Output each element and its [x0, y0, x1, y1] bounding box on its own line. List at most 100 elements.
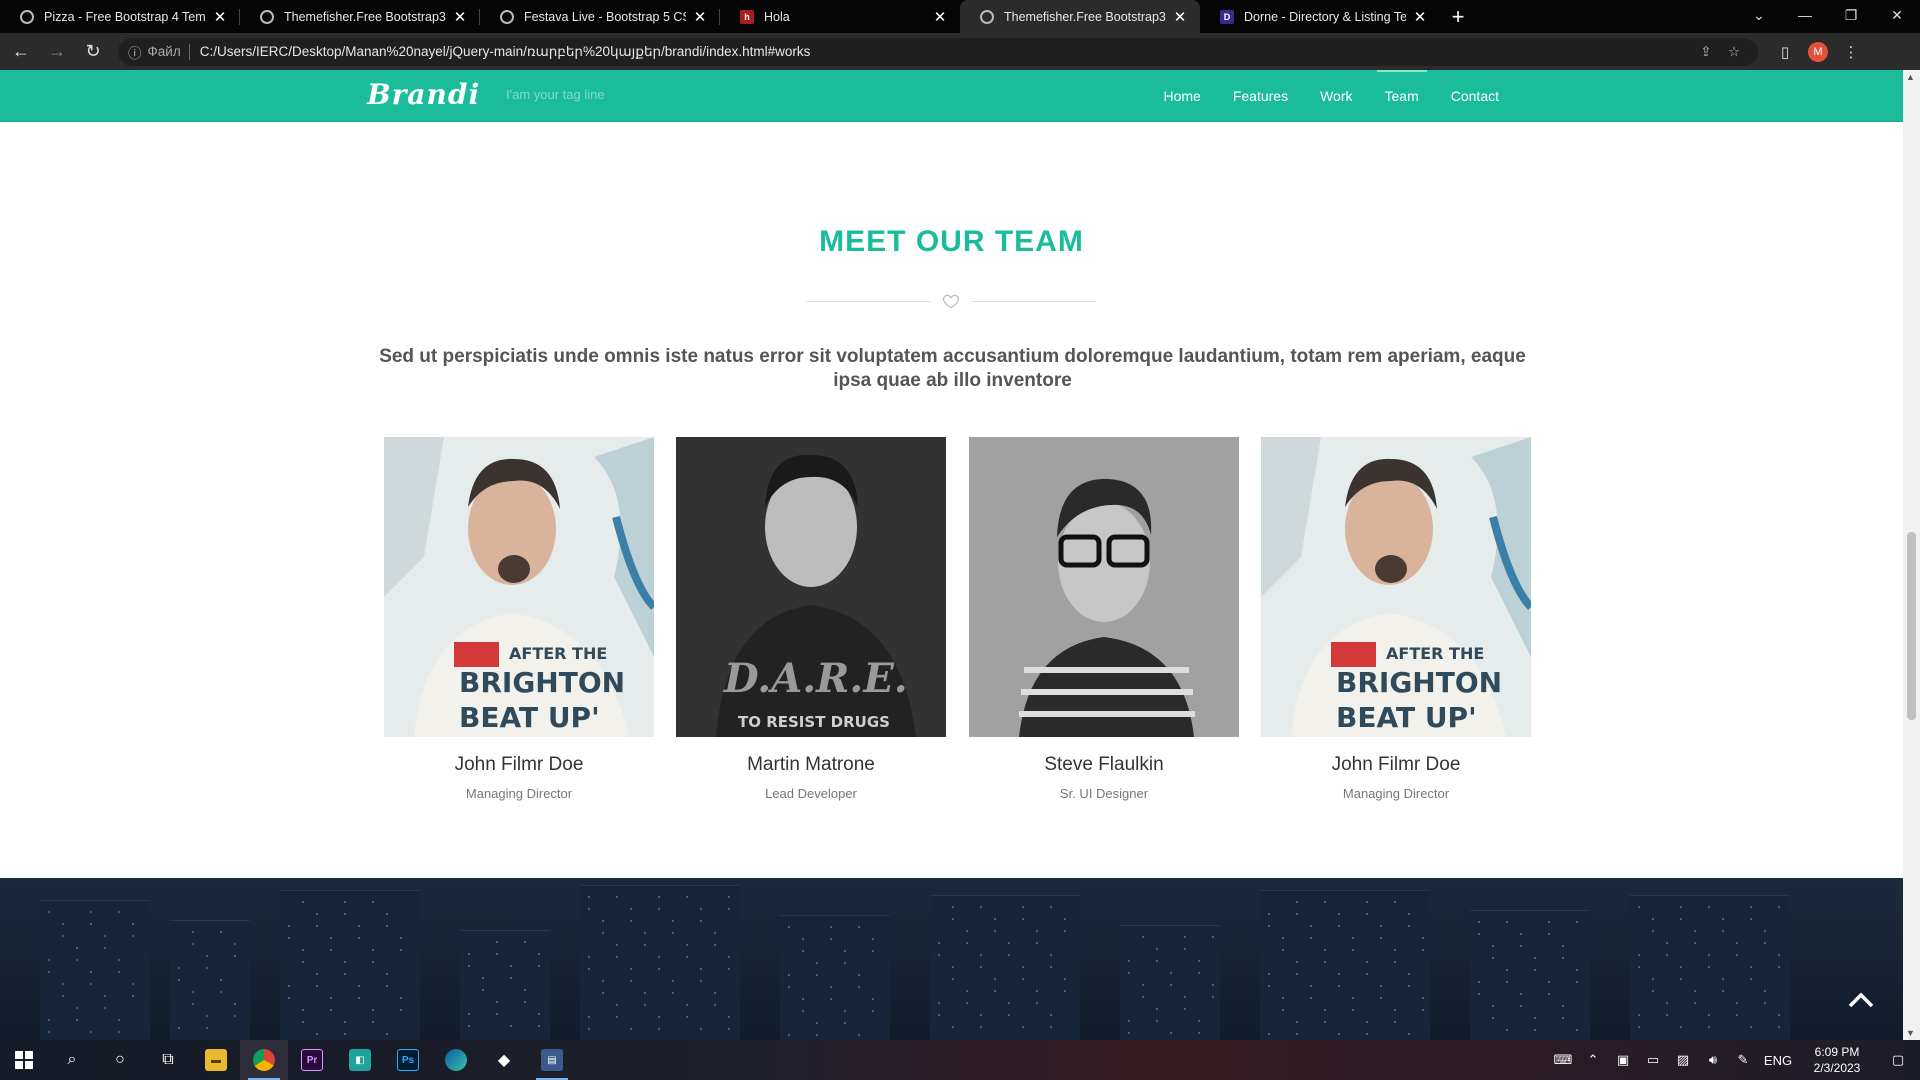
- keyboard-icon[interactable]: ⌨: [1548, 1052, 1578, 1068]
- building-window-light: [1652, 918, 1654, 920]
- profile-avatar[interactable]: M: [1808, 41, 1828, 62]
- browser-tab[interactable]: Themefisher.Free Bootstrap3 bas ✕: [240, 0, 480, 33]
- language-indicator[interactable]: ENG: [1758, 1053, 1798, 1068]
- new-tab-button[interactable]: +: [1440, 0, 1476, 33]
- back-button[interactable]: ←: [6, 37, 36, 67]
- building-window-light: [344, 1033, 346, 1035]
- close-window-button[interactable]: ✕: [1874, 0, 1920, 30]
- minimize-button[interactable]: —: [1782, 0, 1828, 30]
- building-window-light: [1184, 936, 1186, 938]
- building-window-light: [1680, 906, 1682, 908]
- search-button[interactable]: ⌕: [48, 1040, 96, 1080]
- building-window-light: [496, 941, 498, 943]
- building-window-light: [1050, 1014, 1052, 1016]
- building-window-light: [938, 942, 940, 944]
- notifications-icon[interactable]: ▢: [1876, 1052, 1920, 1068]
- chrome-button[interactable]: [240, 1040, 288, 1080]
- forward-button[interactable]: →: [42, 37, 72, 67]
- nav-contact[interactable]: Contact: [1435, 70, 1515, 122]
- building-window-light: [1750, 966, 1752, 968]
- url-text[interactable]: C:/Users/IERC/Desktop/Manan%20nayel/jQue…: [200, 44, 1692, 60]
- building-window-light: [192, 991, 194, 993]
- scroll-down-arrow[interactable]: ▼: [1906, 1028, 1915, 1038]
- info-icon[interactable]: ⓘ: [128, 42, 142, 62]
- close-tab-icon[interactable]: ✕: [1172, 8, 1188, 26]
- network-icon[interactable]: ▭: [1638, 1052, 1668, 1068]
- scroll-up-arrow[interactable]: ▲: [1906, 72, 1915, 82]
- building-window-light: [588, 968, 590, 970]
- premiere-button[interactable]: Pr: [288, 1040, 336, 1080]
- browser-tab[interactable]: h Hola ✕: [720, 0, 960, 33]
- nav-home[interactable]: Home: [1147, 70, 1216, 122]
- building-window-light: [538, 965, 540, 967]
- building-window-light: [872, 998, 874, 1000]
- browser-tab[interactable]: Festava Live - Bootstrap 5 CSS Te ✕: [480, 0, 720, 33]
- nav-team[interactable]: Team: [1369, 70, 1435, 122]
- building-window-light: [132, 935, 134, 937]
- window-controls: ⌄ — ❐ ✕: [1736, 0, 1920, 33]
- side-panel-icon[interactable]: ▯: [1770, 43, 1800, 61]
- close-tab-icon[interactable]: ✕: [452, 8, 468, 26]
- task-view-button[interactable]: ⧉: [144, 1040, 192, 1080]
- pen-icon[interactable]: ✎: [1728, 1052, 1758, 1068]
- building-window-light: [700, 968, 702, 970]
- building-window-light: [178, 967, 180, 969]
- device-icon[interactable]: ▣: [1608, 1052, 1638, 1068]
- globe-icon: [20, 9, 34, 24]
- building-window-light: [1680, 966, 1682, 968]
- nav-work[interactable]: Work: [1304, 70, 1368, 122]
- building-window-light: [830, 938, 832, 940]
- page-scrollbar[interactable]: ▲ ▼: [1903, 70, 1920, 1040]
- menu-kebab-icon[interactable]: ⋮: [1836, 43, 1866, 61]
- building-window-light: [802, 938, 804, 940]
- building-window-light: [1666, 1014, 1668, 1016]
- close-tab-icon[interactable]: ✕: [692, 8, 708, 26]
- address-bar[interactable]: ⓘ Файл C:/Users/IERC/Desktop/Manan%20nay…: [118, 37, 1758, 66]
- building-window-light: [1708, 966, 1710, 968]
- close-tab-icon[interactable]: ✕: [212, 8, 228, 26]
- close-tab-icon[interactable]: ✕: [1412, 8, 1428, 26]
- building-window-light: [858, 1034, 860, 1036]
- building-window-light: [386, 973, 388, 975]
- app-window-button[interactable]: ▤: [528, 1040, 576, 1080]
- nav-features[interactable]: Features: [1217, 70, 1304, 122]
- browser-tab[interactable]: D Dorne - Directory & Listing Temp ✕: [1200, 0, 1440, 33]
- start-button[interactable]: [0, 1040, 48, 1080]
- share-icon[interactable]: ⇪: [1692, 44, 1720, 60]
- chevron-up-icon[interactable]: ⌃: [1578, 1052, 1608, 1068]
- building-window-light: [616, 896, 618, 898]
- display-icon[interactable]: ▨: [1668, 1052, 1698, 1068]
- browser-tab[interactable]: Pizza - Free Bootstrap 4 Templat ✕: [0, 0, 240, 33]
- building-window-light: [1310, 925, 1312, 927]
- building-window-light: [1422, 949, 1424, 951]
- volume-icon[interactable]: 🔊︎: [1698, 1052, 1728, 1068]
- task-view-icon: ⧉: [162, 1051, 174, 1068]
- building-window-light: [1064, 978, 1066, 980]
- edge-button[interactable]: [432, 1040, 480, 1080]
- building-window-light: [1422, 937, 1424, 939]
- building-window-light: [1548, 993, 1550, 995]
- building-window-light: [372, 1009, 374, 1011]
- app-button[interactable]: ◧: [336, 1040, 384, 1080]
- building-window-light: [588, 1028, 590, 1030]
- tab-title: Dorne - Directory & Listing Temp: [1244, 9, 1406, 24]
- reload-button[interactable]: ↻: [78, 37, 108, 67]
- browser-tab-active[interactable]: Themefisher.Free Bootstrap3 bas ✕: [960, 0, 1200, 33]
- bookmark-star-icon[interactable]: ☆: [1720, 44, 1748, 60]
- scroll-to-top-button[interactable]: [1843, 985, 1879, 1015]
- file-explorer-button[interactable]: ▬: [192, 1040, 240, 1080]
- site-navbar: Brandi I'am your tag line Home Features …: [0, 70, 1903, 122]
- site-logo[interactable]: Brandi: [367, 78, 480, 111]
- close-tab-icon[interactable]: ✕: [932, 8, 948, 26]
- building-window-light: [288, 985, 290, 987]
- app-diamond-button[interactable]: ◆: [480, 1040, 528, 1080]
- restore-button[interactable]: ❐: [1828, 0, 1874, 30]
- clock[interactable]: 6:09 PM 2/3/2023: [1802, 1044, 1872, 1076]
- scrollbar-thumb[interactable]: [1907, 532, 1916, 720]
- tab-search-icon[interactable]: ⌄: [1736, 0, 1782, 30]
- building-window-light: [1380, 937, 1382, 939]
- photoshop-button[interactable]: Ps: [384, 1040, 432, 1080]
- building-window-light: [302, 901, 304, 903]
- cortana-button[interactable]: ○: [96, 1040, 144, 1080]
- building-window-light: [482, 989, 484, 991]
